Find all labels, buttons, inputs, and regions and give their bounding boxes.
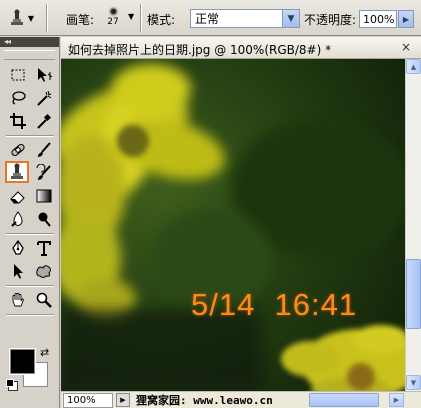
separator — [6, 135, 54, 137]
move-icon — [38, 68, 53, 82]
blend-mode-value: 正常 — [195, 12, 220, 26]
status-info-button[interactable]: ▶ — [116, 393, 130, 407]
separator — [6, 314, 54, 316]
brush-size: 27 — [107, 17, 119, 27]
clone-stamp-icon — [11, 163, 23, 179]
eraser-tool[interactable] — [6, 185, 30, 207]
image-canvas[interactable]: 5/14 16:41 — [61, 59, 405, 391]
eyedropper-icon — [37, 113, 52, 129]
blend-mode-select[interactable]: 正常 ▼ — [190, 9, 300, 28]
brush-icon — [38, 142, 51, 157]
custom-shape-tool[interactable] — [32, 260, 56, 282]
scroll-right-icon[interactable]: ▶ — [389, 393, 404, 407]
history-brush-icon — [36, 164, 51, 180]
history-brush-tool[interactable] — [32, 162, 56, 184]
brush-tool[interactable] — [32, 139, 56, 161]
hand-icon — [12, 293, 24, 307]
brush-preset-picker[interactable]: 27 — [100, 5, 126, 31]
foreground-color-swatch[interactable] — [10, 349, 35, 374]
opacity-label: 不透明度: — [304, 13, 357, 27]
marquee-tool[interactable] — [6, 64, 30, 86]
brush-dropdown-arrow[interactable]: ▼ — [128, 12, 134, 21]
eyedropper-tool[interactable] — [32, 110, 56, 132]
magnifier-icon — [36, 292, 52, 308]
chevron-down-icon[interactable]: ▼ — [282, 10, 299, 27]
opacity-slider-button[interactable]: ▶ — [398, 10, 414, 28]
gradient-tool[interactable] — [32, 185, 56, 207]
bandage-icon — [11, 143, 25, 157]
document-title: 如何去掉照片上的日期.jpg @ 100%(RGB/8#) * — [68, 43, 332, 57]
lasso-icon — [12, 91, 26, 105]
clone-stamp-icon — [10, 9, 23, 25]
magic-wand-tool[interactable] — [32, 87, 56, 109]
separator — [6, 233, 54, 235]
marquee-icon — [11, 69, 25, 81]
arrow-pointer-icon — [14, 264, 23, 279]
healing-brush-tool[interactable] — [6, 139, 30, 161]
opacity-input[interactable]: 100% — [359, 10, 397, 28]
default-colors-icon[interactable] — [6, 379, 14, 387]
shape-icon — [36, 265, 51, 278]
gradient-icon — [36, 189, 52, 203]
brush-tip-icon — [110, 9, 116, 14]
panel-grip[interactable] — [4, 50, 55, 60]
zoom-tool[interactable] — [32, 289, 56, 311]
status-text: 狸窝家园: www.leawo.cn — [136, 394, 273, 407]
vertical-scroll-thumb[interactable] — [406, 259, 421, 329]
close-icon[interactable]: × — [399, 40, 413, 54]
separator — [46, 4, 48, 32]
path-selection-tool[interactable] — [6, 260, 30, 282]
document-tab[interactable]: 如何去掉照片上的日期.jpg @ 100%(RGB/8#) * × — [61, 37, 421, 59]
separator — [6, 285, 54, 287]
clone-stamp-tool[interactable] — [5, 161, 29, 183]
brush-label: 画笔: — [66, 13, 95, 27]
hand-tool[interactable] — [6, 289, 30, 311]
pen-tool[interactable] — [6, 237, 30, 259]
vertical-scrollbar[interactable]: ▲ ▼ — [405, 59, 421, 391]
type-icon — [37, 241, 51, 256]
chevron-down-icon: ▼ — [27, 13, 35, 23]
eraser-icon — [10, 191, 25, 204]
horizontal-scrollbar[interactable]: ▶ — [309, 393, 405, 407]
document-window: 如何去掉照片上的日期.jpg @ 100%(RGB/8#) * × 5/14 1… — [61, 37, 421, 408]
horizontal-scroll-thumb[interactable] — [309, 393, 379, 407]
crop-icon — [10, 113, 26, 129]
zoom-level-field[interactable]: 100% — [63, 392, 113, 408]
blur-drop-icon — [11, 211, 23, 227]
swap-colors-icon[interactable]: ⇄ — [40, 346, 49, 359]
mode-label: 模式: — [147, 13, 176, 27]
crop-tool[interactable] — [6, 110, 30, 132]
tools-panel: ◂◂ ⇄ — [0, 37, 60, 408]
date-stamp: 5/14 16:41 — [191, 287, 358, 322]
dodge-tool[interactable] — [32, 208, 56, 230]
scroll-down-icon[interactable]: ▼ — [406, 375, 421, 390]
dodge-icon — [38, 212, 51, 227]
move-tool[interactable] — [32, 64, 56, 86]
blur-tool[interactable] — [6, 208, 30, 230]
panel-collapse-button[interactable]: ◂◂ — [0, 37, 59, 47]
scroll-up-icon[interactable]: ▲ — [406, 59, 421, 74]
tool-preset-picker[interactable]: ▼ — [6, 5, 36, 31]
magic-wand-icon — [37, 90, 52, 106]
pen-icon — [12, 239, 24, 255]
separator — [140, 4, 142, 32]
options-bar: ▼ 画笔: 27 ▼ 模式: 正常 ▼ 不透明度: 100% ▶ — [0, 0, 421, 36]
type-tool[interactable] — [32, 237, 56, 259]
photo — [61, 59, 405, 391]
lasso-tool[interactable] — [6, 87, 30, 109]
